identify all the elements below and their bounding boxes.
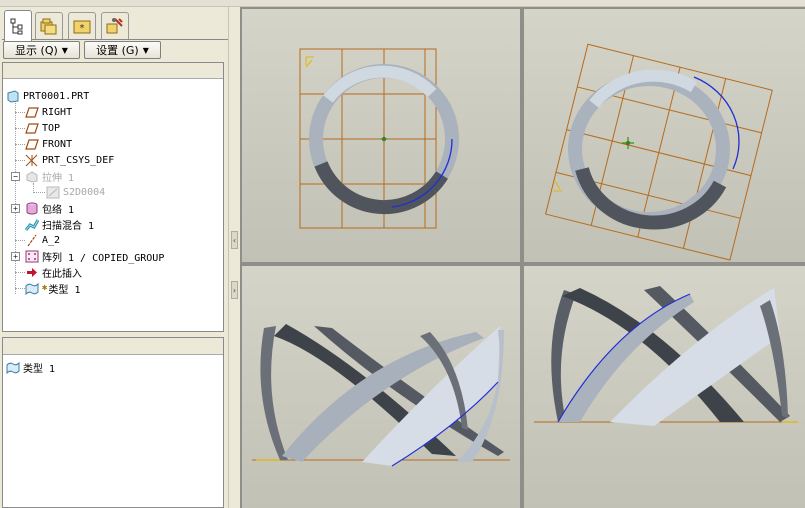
tree-item-label: RIGHT: [42, 106, 73, 118]
show-dropdown-button[interactable]: 显示 (Q) ▼: [3, 41, 80, 59]
surface-icon: [25, 282, 39, 295]
viewport-trimetric-view[interactable]: [524, 9, 805, 262]
datum-plane-icon: [25, 138, 39, 151]
tree-connector: [33, 192, 45, 193]
datum-plane-icon: [25, 106, 39, 119]
tree-item-label: A_2: [42, 234, 61, 246]
tab-model-tree[interactable]: [4, 10, 32, 41]
tree-item-label: FRONT: [42, 138, 73, 150]
svg-text:*: *: [80, 23, 85, 34]
favorites-icon: *: [73, 20, 91, 34]
tree-item-label: 包络 1: [42, 204, 75, 216]
tree-item-front-plane[interactable]: FRONT: [25, 136, 72, 152]
datum-axis-icon: [25, 234, 39, 247]
tree-item-label: S2D0004: [63, 186, 106, 198]
datum-plane-icon: [25, 122, 39, 135]
wrap-icon: [25, 202, 39, 215]
tree-item-label: PRT_CSYS_DEF: [42, 154, 115, 166]
tree-item-insert-here[interactable]: 在此插入: [25, 264, 82, 280]
tree-item-wrap[interactable]: 包络 1: [25, 200, 74, 216]
selection-list-header: [3, 338, 223, 355]
tree-item-label: PRT0001.PRT: [23, 90, 90, 102]
navigator-panel: * 显示 (Q) ▼ 设置 (G) ▼ − + + PRT0001.PRT RI…: [0, 7, 230, 508]
side-view-model: [534, 286, 798, 426]
expand-toggle-icon[interactable]: +: [11, 252, 20, 261]
model-tree-icon: [10, 18, 23, 35]
tree-item-label: 扫描混合 1: [42, 220, 95, 232]
viewport-front-view[interactable]: [242, 266, 520, 508]
top-view-model: [299, 48, 459, 229]
tree-connector: [15, 288, 25, 289]
tree-item-label: 类型 1: [48, 284, 81, 296]
tree-item-label: TOP: [42, 122, 61, 134]
tab-folder-browser[interactable]: [35, 12, 63, 39]
graphics-area: [240, 7, 805, 508]
collapse-left-icon[interactable]: ‹: [231, 231, 238, 249]
csys-label-icon: [305, 56, 314, 68]
tree-item-top-plane[interactable]: TOP: [25, 120, 60, 136]
part-icon: [6, 89, 20, 103]
chevron-down-icon: ▼: [142, 45, 149, 55]
viewport-side-view[interactable]: [524, 266, 805, 508]
settings-dropdown-button[interactable]: 设置 (G) ▼: [84, 41, 161, 59]
tree-connector: [15, 144, 25, 145]
tree-connector: [15, 160, 25, 161]
tree-connector: [15, 128, 25, 129]
model-tree-header: [3, 63, 223, 79]
folder-browser-icon: [40, 18, 57, 35]
tree-item-label: 阵列 1 / COPIED_GROUP: [42, 252, 165, 264]
surface-icon: [6, 361, 20, 374]
pro-engineer-window: * 显示 (Q) ▼ 设置 (G) ▼ − + + PRT0001.PRT RI…: [0, 0, 805, 508]
tree-item-part[interactable]: PRT0001.PRT: [6, 88, 89, 104]
tree-item-csys[interactable]: PRT_CSYS_DEF: [25, 152, 114, 168]
expand-right-icon[interactable]: ›: [231, 281, 238, 299]
expand-toggle-icon[interactable]: −: [11, 172, 20, 181]
tree-item-right-plane[interactable]: RIGHT: [25, 104, 72, 120]
ring-highlight-surface: [323, 65, 437, 103]
panel-splitter[interactable]: ‹ ›: [228, 7, 240, 508]
tree-connector: [15, 112, 25, 113]
tree-item-swept-blend[interactable]: 扫描混合 1: [25, 216, 94, 232]
swept-blend-icon: [25, 218, 39, 231]
selected-edge: [391, 138, 453, 208]
selection-list-item[interactable]: 类型 1: [6, 359, 55, 375]
sketch-icon: [46, 186, 60, 199]
pattern-icon: [25, 250, 39, 263]
show-button-label: 显示 (Q): [15, 44, 58, 57]
selection-list-panel: 类型 1: [2, 337, 224, 508]
tree-item-sketch[interactable]: S2D0004: [46, 184, 105, 200]
tab-connections[interactable]: [101, 12, 129, 39]
extrude-icon: [25, 170, 39, 183]
trimetric-view-model: [544, 43, 773, 261]
chevron-down-icon: ▼: [61, 45, 68, 55]
selection-list-label: 类型 1: [23, 363, 56, 375]
tree-item-label: 拉伸 1: [42, 172, 75, 184]
front-view-model: [252, 324, 510, 467]
csys-label-icon: [553, 180, 562, 192]
csys-icon: [380, 135, 388, 143]
connections-icon: [106, 18, 123, 34]
csys-icon: [622, 137, 634, 149]
ribbon-surface: [610, 288, 780, 426]
insert-here-icon: [25, 266, 39, 279]
navigator-tabs: *: [2, 10, 228, 41]
tree-item-surface[interactable]: ✱ 类型 1: [25, 280, 80, 296]
tree-item-pattern[interactable]: 阵列 1 / COPIED_GROUP: [25, 248, 164, 264]
tree-item-datum-axis[interactable]: A_2: [25, 232, 60, 248]
surface-status-icon: ✱: [42, 283, 48, 293]
tree-connector: [15, 96, 16, 294]
expand-toggle-icon[interactable]: +: [11, 204, 20, 213]
tab-favorites[interactable]: *: [68, 12, 96, 39]
viewport-top-view[interactable]: [242, 9, 520, 262]
model-tree: − + + PRT0001.PRT RIGHT TOP FRONT PRT_CS…: [2, 62, 224, 332]
ribbon-surface: [260, 326, 288, 460]
window-top-strip: [0, 0, 805, 7]
settings-button-label: 设置 (G): [96, 44, 139, 57]
csys-icon: [25, 154, 39, 167]
tree-item-label: 在此插入: [42, 268, 82, 280]
tree-connector: [15, 240, 25, 241]
tree-connector: [15, 272, 25, 273]
tree-item-extrude[interactable]: 拉伸 1: [25, 168, 74, 184]
